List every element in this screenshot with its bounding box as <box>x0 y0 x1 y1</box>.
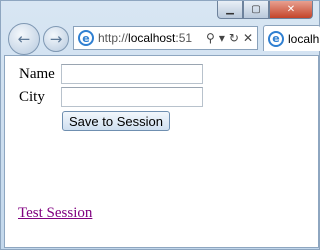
name-label: Name <box>19 65 55 82</box>
maximize-button[interactable]: ▢ <box>243 1 269 19</box>
page-content: Name City Save to Session Test Session <box>4 55 319 248</box>
dropdown-icon[interactable]: ▾ <box>219 31 225 45</box>
name-input[interactable] <box>61 64 203 84</box>
city-row: City <box>19 87 203 107</box>
ie-page-icon: e <box>78 30 94 46</box>
close-button[interactable]: ✕ <box>269 1 313 19</box>
forward-arrow-icon: → <box>49 30 63 48</box>
test-session-link[interactable]: Test Session <box>18 205 92 222</box>
stop-icon[interactable]: ✕ <box>243 31 253 45</box>
back-arrow-icon: ← <box>17 30 31 48</box>
minimize-button[interactable]: ▁ <box>217 1 243 19</box>
save-to-session-button[interactable]: Save to Session <box>62 111 170 131</box>
search-icon[interactable]: ⚲ <box>206 31 215 45</box>
address-bar[interactable]: e http://localhost:51 ⚲ ▾ ↻ ✕ <box>73 26 258 50</box>
back-button[interactable]: ← <box>8 23 40 55</box>
window-controls: ▁ ▢ ✕ <box>217 1 313 19</box>
browser-window: ▁ ▢ ✕ ← → e http://localhost:51 ⚲ ▾ ↻ ✕ … <box>0 0 320 250</box>
address-url[interactable]: http://localhost:51 <box>98 31 198 45</box>
city-input[interactable] <box>61 87 203 107</box>
refresh-icon[interactable]: ↻ <box>229 31 239 45</box>
tab-label: localh <box>288 31 320 46</box>
tab-localhost[interactable]: e localh <box>263 25 320 51</box>
city-label: City <box>19 88 45 105</box>
name-row: Name <box>19 64 203 84</box>
forward-button[interactable]: → <box>43 26 69 52</box>
tab-ie-icon: e <box>268 30 284 47</box>
